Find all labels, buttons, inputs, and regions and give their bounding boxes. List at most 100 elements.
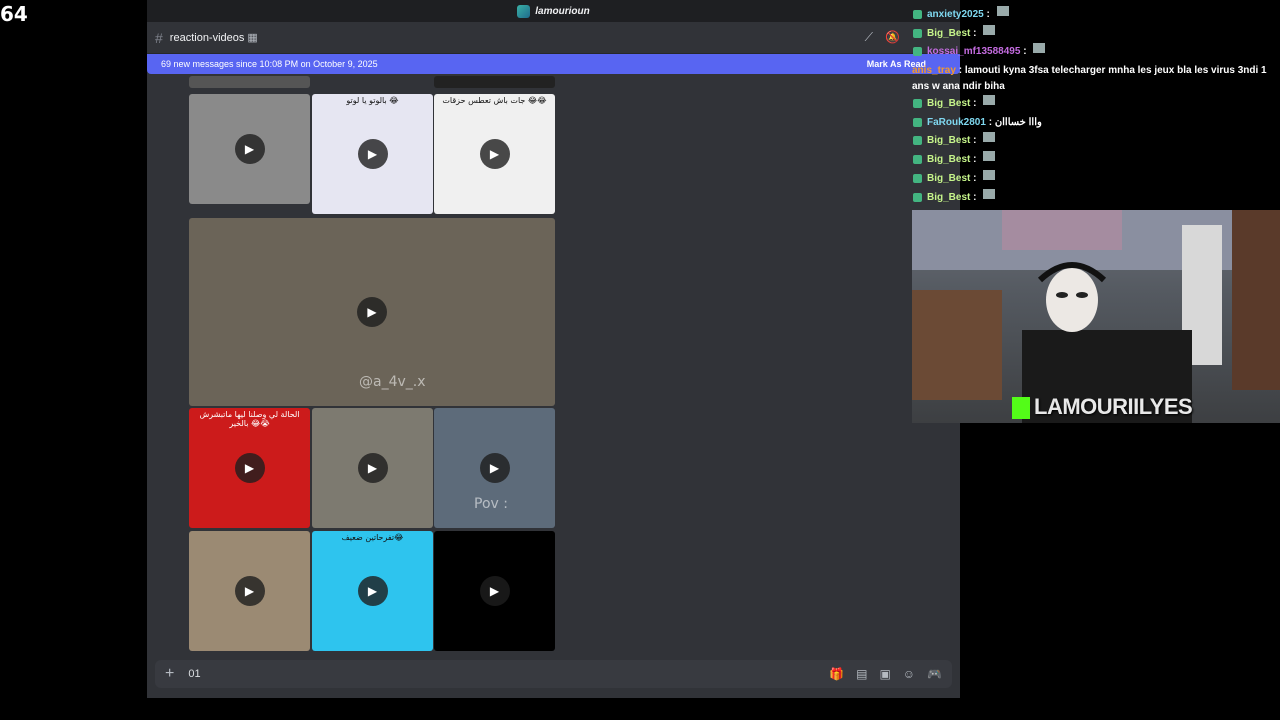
hash-icon: # (155, 29, 163, 46)
play-icon[interactable]: ▶ (357, 139, 388, 169)
chat-separator: : (1020, 46, 1030, 58)
play-icon[interactable]: ▶ (479, 453, 510, 483)
play-icon[interactable]: ▶ (479, 576, 510, 606)
channel-emoji: ▦ (247, 32, 258, 44)
emote-icon (983, 132, 996, 143)
kick-logo-icon (1012, 397, 1030, 419)
header-toolbar: ⟋ 🔕 (865, 30, 900, 45)
chat-text: وااا خسااان (994, 116, 1042, 128)
sticker-icon[interactable]: ▣ (879, 667, 890, 681)
webcam-feed: LAMOURIILYES (912, 210, 1280, 423)
emote-icon (1033, 43, 1046, 54)
tile-watermark: Pov : (474, 496, 508, 512)
title-bar: lamourioun (147, 0, 960, 22)
chat-separator: : (985, 116, 995, 128)
chat-message: Big_Best : (912, 151, 1280, 170)
chat-message: Big_Best : (912, 188, 1280, 208)
chat-username[interactable]: kossai_mf13588495 (927, 43, 1020, 61)
channel-header: # reaction-videos ▦ ⟋ 🔕 (147, 22, 960, 54)
chat-separator: : (970, 98, 980, 110)
media-tile[interactable]: ▶ (189, 531, 310, 651)
media-tile[interactable]: ▶ (312, 408, 433, 528)
media-tile[interactable]: الحالة لي وصلنا ليها ماتبشرش بالخير 😂😭 ▶ (189, 408, 310, 528)
chat-message: Big_Best : (912, 24, 1280, 44)
tile-caption: تفرحاتين ضعيف😂 (341, 533, 404, 542)
notification-muted-icon[interactable]: 🔕 (885, 30, 900, 45)
subscriber-badge-icon (913, 10, 922, 19)
play-icon[interactable]: ▶ (479, 139, 510, 169)
play-icon[interactable]: ▶ (357, 453, 388, 483)
channel-name: reaction-videos (169, 31, 245, 44)
stream-chat: anxiety2025 : Big_Best : kossai_mf135884… (912, 6, 1280, 207)
webcam-scene (912, 210, 1280, 423)
play-icon[interactable]: ▶ (357, 297, 387, 327)
chat-username[interactable]: Big_Best (927, 95, 970, 113)
emoji-icon[interactable]: ☺ (903, 667, 915, 681)
tile-caption: جات باش تعطس حزقات 😂😂 (442, 96, 547, 105)
emote-icon (983, 151, 996, 162)
chat-username[interactable]: Big_Best (927, 132, 970, 150)
tile-watermark: @a_4v_.x (359, 374, 426, 390)
subscriber-badge-icon (913, 192, 922, 202)
activity-icon[interactable]: 🎮 (927, 667, 942, 681)
chat-message: anxiety2025 : (912, 6, 1280, 25)
play-icon[interactable]: ▶ (234, 576, 265, 606)
media-tile[interactable]: جات باش تعطس حزقات 😂😂 ▶ (434, 94, 555, 214)
play-icon[interactable]: ▶ (234, 453, 265, 483)
media-tile-partial[interactable] (434, 76, 555, 88)
chat-separator: : (970, 27, 980, 39)
media-tile[interactable]: @a_4v_.x ▶ (189, 218, 555, 406)
chat-username[interactable]: anxiety2025 (927, 6, 984, 24)
gif-icon[interactable]: ▤ (856, 667, 867, 681)
tile-caption: الحالة لي وصلنا ليها ماتبشرش بالخير 😂😭 (199, 410, 300, 428)
media-tile[interactable]: ▶ (434, 531, 555, 651)
chat-message: anis_tray : lamouti kyna 3fsa telecharge… (912, 62, 1280, 95)
emote-icon (983, 188, 996, 199)
new-messages-bar[interactable]: 69 new messages since 10:08 PM on Octobe… (147, 54, 960, 74)
chat-username[interactable]: Big_Best (927, 25, 970, 43)
subscriber-badge-icon (913, 136, 922, 146)
plus-icon[interactable]: + (165, 665, 174, 683)
chat-message: Big_Best : (912, 169, 1280, 189)
chat-separator: : (970, 172, 980, 184)
chat-message: FaRouk2801 : وااا خسااان (912, 114, 1280, 133)
streamer-name: LAMOURIILYES (1034, 394, 1193, 419)
overlay-number: 64 (0, 2, 28, 26)
chat-username[interactable]: Big_Best (927, 170, 970, 188)
media-tile[interactable]: Pov : ▶ (434, 408, 555, 528)
emote-icon (983, 95, 996, 106)
emote-icon (996, 6, 1009, 16)
play-icon[interactable]: ▶ (357, 576, 388, 606)
subscriber-badge-icon (913, 117, 922, 127)
discord-window: lamourioun # reaction-videos ▦ ⟋ 🔕 69 ne… (147, 0, 960, 698)
server-avatar-icon (517, 4, 531, 18)
tile-caption: بالوتو يا لوتو 😂 (346, 96, 399, 105)
gift-icon[interactable]: 🎁 (829, 667, 844, 681)
media-tile-partial[interactable] (189, 76, 310, 88)
chat-separator: : (983, 9, 993, 20)
media-tile[interactable]: ▶ (189, 94, 310, 204)
window-title: lamourioun (535, 5, 590, 17)
new-messages-text: 69 new messages since 10:08 PM on Octobe… (161, 59, 378, 69)
subscriber-badge-icon (913, 99, 922, 109)
chat-username[interactable]: Big_Best (927, 189, 970, 207)
subscriber-badge-icon (913, 28, 922, 38)
chat-username[interactable]: FaRouk2801 (927, 114, 986, 132)
chat-username[interactable]: Big_Best (927, 151, 970, 169)
subscriber-badge-icon (913, 47, 922, 57)
chat-separator: : (970, 191, 980, 203)
chat-separator: : (955, 65, 965, 77)
media-tile[interactable]: تفرحاتين ضعيف😂 ▶ (312, 531, 433, 651)
message-composer[interactable]: + 01 🎁 ▤ ▣ ☺ 🎮 (155, 660, 952, 688)
threads-icon[interactable]: ⟋ (865, 30, 873, 45)
chat-username[interactable]: anis_tray (912, 65, 956, 76)
play-icon[interactable]: ▶ (234, 134, 265, 164)
chat-separator: : (970, 135, 980, 147)
chat-message: Big_Best : (912, 95, 1280, 114)
subscriber-badge-icon (913, 155, 922, 165)
media-tile[interactable]: بالوتو يا لوتو 😂 ▶ (312, 94, 433, 214)
chat-separator: : (970, 154, 980, 166)
chat-message: kossai_mf13588495 : (912, 43, 1280, 62)
chat-text: lamouti kyna 3fsa telecharger mnha les j… (912, 65, 1267, 93)
composer-tools: 🎁 ▤ ▣ ☺ 🎮 (829, 667, 942, 681)
